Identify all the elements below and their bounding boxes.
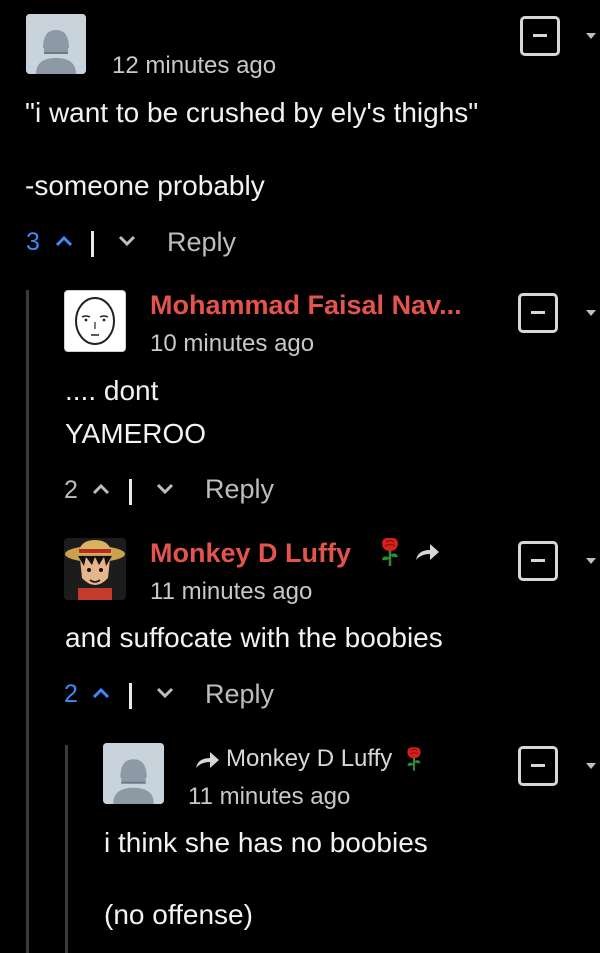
collapse-button[interactable] [518, 293, 558, 333]
reply-button[interactable]: Reply [205, 679, 274, 710]
comment-text-line: (no offense) [104, 899, 253, 930]
comment-text-line: "i want to be crushed by ely's thighs" [25, 97, 479, 128]
comment-timestamp: 11 minutes ago [150, 578, 313, 605]
reply-button[interactable]: Reply [205, 474, 274, 505]
collapse-button[interactable] [518, 541, 558, 581]
rose-icon [404, 745, 424, 773]
upvote-icon[interactable] [54, 234, 74, 248]
default-avatar-icon [103, 743, 164, 804]
thread-line-level-3 [65, 745, 68, 953]
share-arrow-icon [194, 750, 220, 775]
comment-timestamp: 11 minutes ago [188, 783, 351, 810]
downvote-icon[interactable] [155, 686, 175, 700]
default-avatar-icon [26, 14, 86, 74]
comment-author[interactable]: Monkey D Luffy [150, 538, 351, 569]
upvote-icon[interactable] [91, 686, 111, 700]
caret-down-icon[interactable] [586, 558, 596, 564]
vote-count: 2 [64, 680, 78, 708]
collapse-button[interactable] [520, 16, 560, 56]
vote-separator [91, 231, 94, 257]
avatar-luffy[interactable] [64, 538, 126, 600]
comment-text-line: YAMEROO [65, 418, 207, 449]
vote-count: 2 [64, 476, 78, 504]
comment-text-line: .... dont [65, 375, 159, 406]
reply-button[interactable]: Reply [167, 227, 236, 258]
caret-down-icon[interactable] [586, 33, 596, 39]
vote-separator [129, 479, 132, 505]
vote-separator [129, 683, 132, 709]
share-arrow-icon[interactable] [414, 542, 440, 567]
bald-hero-icon [65, 291, 125, 351]
comment-author[interactable]: Mohammad Faisal Nav... [150, 290, 462, 321]
comment-text-line: and suffocate with the boobies [65, 622, 443, 653]
rose-icon [378, 536, 402, 568]
downvote-icon[interactable] [155, 482, 175, 496]
avatar-default[interactable] [26, 14, 86, 74]
straw-hat-avatar-icon [64, 538, 126, 600]
avatar-saitama[interactable] [64, 290, 126, 352]
comment-timestamp: 12 minutes ago [112, 52, 277, 79]
avatar-default[interactable] [103, 743, 164, 804]
collapse-button[interactable] [518, 746, 558, 786]
thread-line-level-1 [26, 290, 29, 953]
vote-count: 3 [26, 228, 40, 256]
reply-to-author[interactable]: Monkey D Luffy [226, 745, 392, 773]
downvote-icon[interactable] [117, 234, 137, 248]
comment-text-line: -someone probably [25, 170, 265, 201]
upvote-icon[interactable] [91, 482, 111, 496]
comment-timestamp: 10 minutes ago [150, 330, 315, 357]
caret-down-icon[interactable] [586, 310, 596, 316]
comment-text-line: i think she has no boobies [104, 827, 428, 858]
caret-down-icon[interactable] [586, 763, 596, 769]
